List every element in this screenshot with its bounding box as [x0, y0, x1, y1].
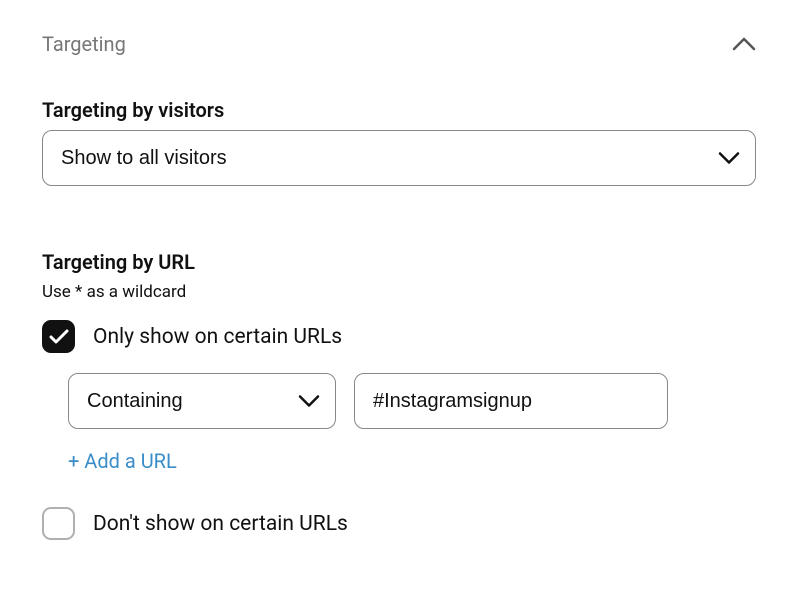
- visitors-select[interactable]: Show to all visitors: [42, 130, 756, 186]
- checkmark-icon: [49, 329, 69, 345]
- url-section: Targeting by URL Use * as a wildcard Onl…: [42, 250, 756, 540]
- url-condition-control[interactable]: Containing: [68, 373, 336, 429]
- visitors-label: Targeting by visitors: [42, 98, 756, 122]
- url-label: Targeting by URL: [42, 250, 756, 274]
- add-url-link[interactable]: + Add a URL: [42, 449, 756, 473]
- dont-show-urls-label: Don't show on certain URLs: [93, 512, 348, 536]
- dont-show-urls-row: Don't show on certain URLs: [42, 507, 756, 540]
- url-rule-row: Containing: [42, 373, 756, 429]
- url-condition-select[interactable]: Containing: [68, 373, 336, 429]
- url-value-input[interactable]: [354, 373, 668, 429]
- show-on-urls-row: Only show on certain URLs: [42, 320, 756, 353]
- collapse-toggle[interactable]: [732, 32, 756, 56]
- section-title: Targeting: [42, 32, 126, 56]
- show-on-urls-label: Only show on certain URLs: [93, 325, 342, 349]
- dont-show-urls-checkbox[interactable]: [42, 507, 75, 540]
- url-hint: Use * as a wildcard: [42, 282, 756, 302]
- visitors-select-control[interactable]: Show to all visitors: [42, 130, 756, 186]
- visitors-field: Targeting by visitors Show to all visito…: [42, 98, 756, 186]
- show-on-urls-checkbox[interactable]: [42, 320, 75, 353]
- section-header: Targeting: [42, 32, 756, 56]
- chevron-up-icon: [732, 37, 756, 51]
